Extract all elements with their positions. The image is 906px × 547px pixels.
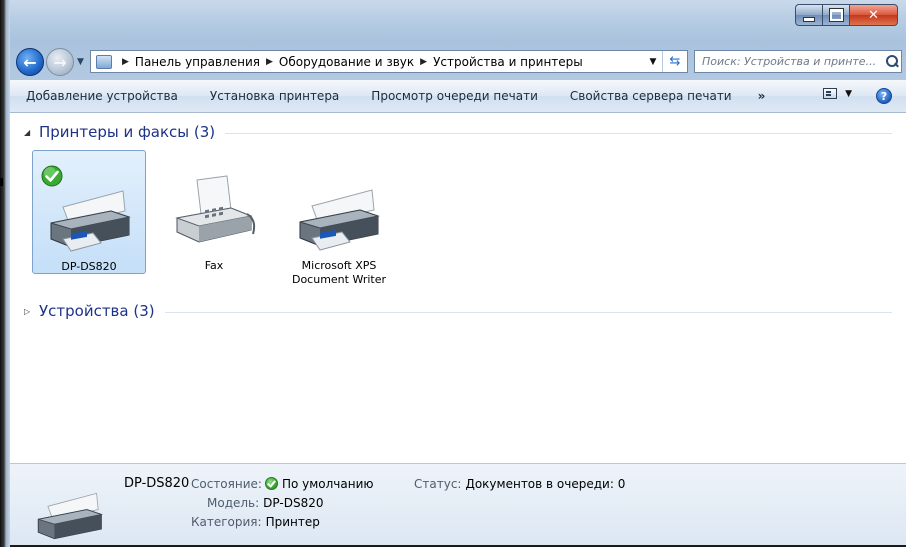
see-print-queue-button[interactable]: Просмотр очереди печати (355, 80, 554, 112)
search-input[interactable] (700, 54, 884, 69)
title-bar[interactable]: ✕ (10, 0, 906, 42)
refresh-icon: ⇆ (669, 54, 681, 69)
group-devices[interactable]: ▷ Устройства (3) (24, 300, 892, 322)
maximize-icon (828, 8, 844, 22)
breadcrumb-hardware-sound[interactable]: Оборудование и звук (279, 55, 414, 69)
print-server-properties-button[interactable]: Свойства сервера печати (554, 80, 748, 112)
back-button[interactable]: ← (16, 48, 44, 76)
address-history-dropdown[interactable]: ▼ (644, 51, 662, 72)
breadcrumb-separator-icon[interactable]: ▶ (420, 57, 427, 67)
details-category: Категория: Принтер (191, 515, 320, 529)
arrow-left-icon: ← (23, 52, 37, 72)
device-label: Microsoft XPS Document Writer (291, 259, 387, 286)
search-icon[interactable] (884, 54, 900, 70)
add-printer-button[interactable]: Установка принтера (194, 80, 355, 112)
device-dp-ds820[interactable]: DP-DS820 (32, 150, 146, 274)
group-divider (225, 132, 892, 134)
details-status-value: Документов в очереди: 0 (465, 477, 626, 491)
chevron-down-icon: ▼ (649, 56, 657, 67)
details-pane: DP-DS820 Состояние: По умолчанию Статус:… (10, 463, 906, 547)
caption-buttons: ✕ (795, 4, 898, 26)
breadcrumb-separator-icon[interactable]: ▶ (122, 57, 129, 67)
control-panel-icon (96, 54, 112, 69)
help-icon[interactable]: ? (876, 88, 892, 104)
devices-and-printers-window: ✕ ← → ▼ ▶ Панель управления ▶ Оборудован… (0, 0, 906, 547)
details-model-label: Модель: (207, 496, 260, 510)
chevron-down-icon: ▼ (77, 57, 84, 67)
window-frame: ✕ ← → ▼ ▶ Панель управления ▶ Оборудован… (10, 0, 906, 547)
device-label: Fax (204, 259, 224, 272)
maximize-button[interactable] (823, 4, 850, 26)
details-category-value: Принтер (265, 515, 320, 529)
details-status: Статус: Документов в очереди: 0 (414, 477, 625, 491)
details-category-label: Категория: (191, 515, 262, 529)
content-area: ◢ Принтеры и факсы (3) DP-DS820 Fax Micr… (10, 113, 906, 463)
expand-arrow-icon[interactable]: ▷ (24, 307, 32, 316)
details-state: Состояние: По умолчанию (191, 477, 374, 491)
recent-pages-dropdown[interactable]: ▼ (77, 57, 84, 67)
device-microsoft-xps-document-writer[interactable]: Microsoft XPS Document Writer (282, 150, 396, 286)
command-bar: Добавление устройства Установка принтера… (10, 80, 906, 113)
breadcrumb-separator-icon[interactable]: ▶ (266, 57, 273, 67)
address-controls: ▼ ⇆ (644, 51, 687, 72)
details-device-name: DP-DS820 (124, 476, 190, 491)
breadcrumb-devices-printers[interactable]: Устройства и принтеры (433, 55, 583, 69)
details-state-label: Состояние: (191, 477, 262, 491)
group-label: Устройства (3) (39, 302, 155, 320)
minimize-button[interactable] (795, 4, 823, 26)
group-printers-faxes[interactable]: ◢ Принтеры и факсы (3) (24, 121, 892, 143)
navigation-bar: ← → ▼ ▶ Панель управления ▶ Оборудование… (10, 42, 906, 80)
fax-icon (175, 175, 256, 243)
minimize-icon (803, 16, 815, 22)
printer-icon (37, 492, 103, 540)
details-model: Модель: DP-DS820 (207, 496, 323, 510)
change-view-button[interactable]: ▼ (823, 88, 852, 99)
details-model-value: DP-DS820 (263, 496, 324, 510)
collapse-arrow-icon[interactable]: ◢ (24, 128, 32, 137)
status-ok-icon (264, 477, 278, 490)
arrow-right-icon: → (53, 52, 67, 72)
device-label: DP-DS820 (61, 260, 117, 273)
refresh-button[interactable]: ⇆ (662, 51, 687, 72)
default-printer-check-icon (41, 165, 63, 187)
details-status-label: Статус: (414, 477, 462, 491)
add-device-button[interactable]: Добавление устройства (10, 80, 194, 112)
group-divider (164, 311, 892, 313)
more-commands-button[interactable]: » (748, 80, 776, 112)
chevron-down-icon: ▼ (845, 88, 852, 99)
search-box[interactable] (694, 50, 902, 73)
close-button[interactable]: ✕ (850, 4, 898, 26)
device-fax[interactable]: Fax (157, 150, 271, 274)
details-state-value: По умолчанию (281, 477, 374, 491)
printer-icon (299, 189, 380, 251)
group-label: Принтеры и факсы (3) (39, 123, 216, 141)
breadcrumb-control-panel[interactable]: Панель управления (135, 55, 260, 69)
close-icon: ✕ (868, 7, 879, 23)
view-icon (823, 88, 838, 99)
address-bar[interactable]: ▶ Панель управления ▶ Оборудование и зву… (90, 50, 688, 73)
forward-button[interactable]: → (46, 48, 74, 76)
desktop-edge (0, 0, 10, 547)
